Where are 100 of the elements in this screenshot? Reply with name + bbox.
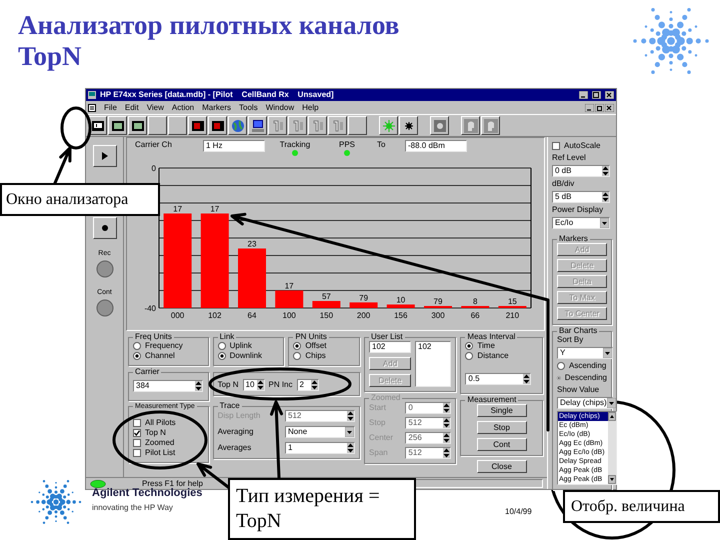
- checkbox[interactable]: [552, 142, 560, 150]
- checkbox[interactable]: [133, 449, 141, 457]
- spin-arrows-icon[interactable]: [602, 192, 609, 202]
- group-label: Bar Charts: [558, 327, 598, 335]
- toolbar-button[interactable]: [379, 116, 398, 135]
- radio-button[interactable]: [133, 342, 141, 350]
- radio-button[interactable]: [465, 342, 474, 350]
- toolbar-button[interactable]: [248, 116, 267, 135]
- toolbar-button[interactable]: [228, 116, 247, 135]
- push-button[interactable]: Cont: [476, 438, 527, 451]
- input-field[interactable]: 1 Hz: [203, 140, 265, 152]
- toolbar-button[interactable]: [461, 116, 480, 135]
- spin-arrows-icon[interactable]: [443, 433, 450, 443]
- radio-button[interactable]: [218, 342, 226, 350]
- dropdown-field[interactable]: Ec/Io: [552, 217, 610, 229]
- dropdown-field[interactable]: Y: [557, 347, 613, 359]
- menu-item[interactable]: View: [146, 104, 164, 112]
- toolbar-button[interactable]: [268, 116, 287, 135]
- radio-button[interactable]: [293, 342, 302, 350]
- status-text: Press F1 for help: [141, 480, 204, 488]
- input-field[interactable]: -88.0 dBm: [405, 140, 467, 152]
- dropdown-field[interactable]: Delay (chips): [557, 397, 613, 409]
- radio-button[interactable]: [133, 352, 141, 360]
- push-button[interactable]: Single: [476, 404, 527, 417]
- spin-arrows-icon[interactable]: [602, 166, 609, 176]
- chart-bar: [386, 304, 415, 308]
- restore-button[interactable]: [595, 104, 604, 112]
- menu-item[interactable]: Action: [172, 104, 194, 112]
- checkbox[interactable]: [133, 419, 141, 427]
- spin-arrows-icon[interactable]: [523, 374, 530, 384]
- toolbar-button[interactable]: [208, 116, 227, 135]
- close-button[interactable]: [605, 104, 614, 112]
- toolbar-button[interactable]: [188, 116, 207, 135]
- transport-button[interactable]: [92, 217, 116, 239]
- scrollbar[interactable]: [608, 412, 616, 484]
- dropdown-arrow-icon[interactable]: [345, 427, 354, 437]
- checkbox-label: Top N: [145, 428, 166, 438]
- menu-item[interactable]: Window: [266, 104, 294, 112]
- category-label: 156: [394, 311, 408, 320]
- checkbox[interactable]: [133, 429, 141, 437]
- menu-item[interactable]: File: [104, 104, 117, 112]
- category-label: 64: [248, 311, 256, 320]
- spin-arrows-icon[interactable]: [443, 448, 450, 458]
- input-field[interactable]: 102: [369, 341, 412, 353]
- pointer-arrow: [54, 146, 72, 184]
- group-label: PN Units: [294, 333, 328, 341]
- dropdown-arrow-icon[interactable]: [603, 348, 612, 358]
- spin-field[interactable]: 0.5: [465, 373, 532, 385]
- maximize-button[interactable]: [592, 91, 601, 99]
- dropdown-arrow-icon[interactable]: [600, 218, 609, 228]
- minimize-button[interactable]: [585, 104, 594, 112]
- toolbar-button[interactable]: [328, 116, 347, 135]
- close-button[interactable]: [605, 91, 614, 99]
- menu-item[interactable]: Edit: [124, 104, 139, 112]
- radio-button[interactable]: [557, 374, 561, 382]
- list-item[interactable]: 102: [418, 342, 450, 352]
- radio-button[interactable]: [557, 362, 565, 370]
- spin-arrows-icon[interactable]: [347, 411, 354, 421]
- spin-arrows-icon[interactable]: [195, 381, 202, 391]
- toolbar-button[interactable]: [108, 116, 127, 135]
- block-icon: [210, 118, 224, 132]
- spin-field[interactable]: 5 dB: [552, 191, 610, 203]
- spin-arrows-icon[interactable]: [310, 380, 318, 390]
- transport-button[interactable]: [92, 145, 116, 167]
- list-box[interactable]: 102: [415, 341, 452, 387]
- spin-arrows-icon[interactable]: [256, 380, 264, 390]
- toolbar-button[interactable]: [288, 116, 307, 135]
- minimize-button[interactable]: [579, 91, 588, 99]
- dropdown-field[interactable]: None: [285, 426, 356, 438]
- group-label: Measurement: [466, 396, 518, 404]
- toolbar-button[interactable]: [348, 116, 367, 135]
- slide-title: Анализатор пилотных каналов TopN: [18, 10, 400, 72]
- menu-item[interactable]: Tools: [239, 104, 258, 112]
- push-button[interactable]: Stop: [476, 421, 527, 434]
- checkbox[interactable]: [133, 439, 141, 447]
- toolbar-button[interactable]: [430, 116, 449, 135]
- toolbar-button[interactable]: [168, 116, 187, 135]
- bar-value-label: 23: [248, 240, 256, 248]
- toolbar-button[interactable]: [308, 116, 327, 135]
- radio-button[interactable]: [465, 352, 474, 360]
- spin-arrows-icon[interactable]: [443, 403, 450, 413]
- radio-button[interactable]: [218, 352, 226, 360]
- push-button[interactable]: Close: [476, 460, 527, 473]
- toolbar-button[interactable]: [399, 116, 418, 135]
- spin-field[interactable]: 10: [242, 379, 264, 391]
- toolbar-button[interactable]: [128, 116, 147, 135]
- spin-field[interactable]: 384: [133, 380, 203, 392]
- spin-field[interactable]: 0 dB: [552, 165, 610, 177]
- spin-arrows-icon[interactable]: [347, 443, 354, 453]
- spin-field[interactable]: 2: [296, 379, 319, 391]
- spin-field[interactable]: 1: [285, 442, 356, 454]
- toolbar-button[interactable]: [481, 116, 500, 135]
- toolbar-button[interactable]: [148, 116, 167, 135]
- radio-button[interactable]: [293, 352, 302, 360]
- dropdown-arrow-icon[interactable]: [606, 398, 616, 408]
- spin-arrows-icon[interactable]: [443, 418, 450, 428]
- document-icon[interactable]: [88, 104, 96, 112]
- field-label: PN Inc: [268, 380, 293, 390]
- menu-item[interactable]: Help: [302, 104, 319, 112]
- menu-item[interactable]: Markers: [202, 104, 232, 112]
